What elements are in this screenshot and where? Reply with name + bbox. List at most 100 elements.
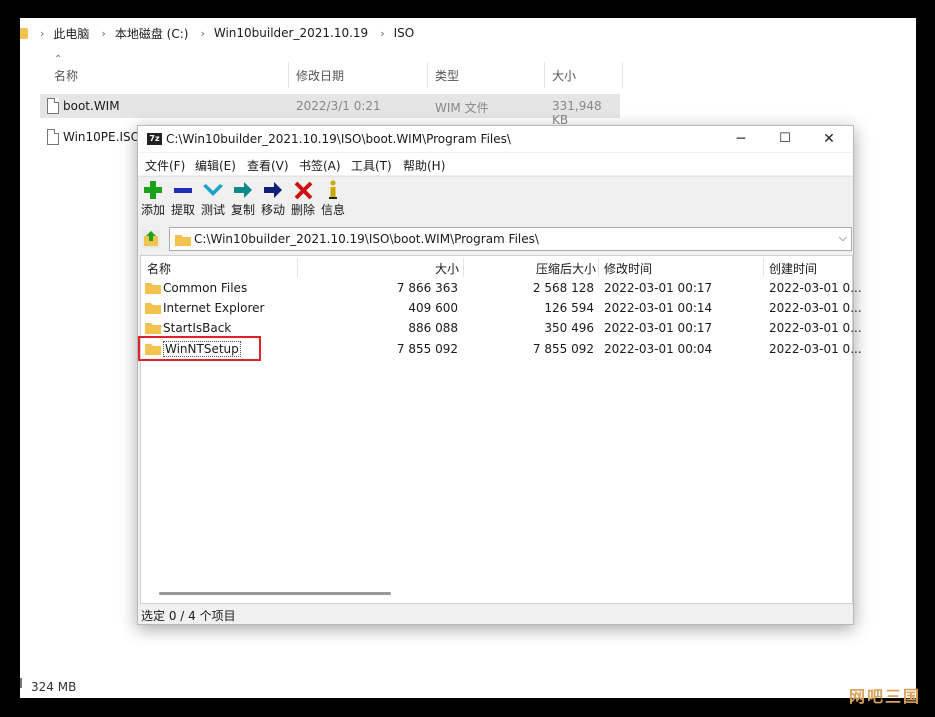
menu-tools[interactable]: 工具(T) (351, 157, 392, 174)
menu-help[interactable]: 帮助(H) (403, 157, 445, 174)
copy-button[interactable]: 复制 (228, 180, 258, 222)
list-row[interactable]: Common Files 7 866 363 2 568 128 2022-03… (141, 278, 862, 298)
maximize-button[interactable]: ☐ (763, 128, 807, 150)
watermark-logo: 网吧三国 (848, 687, 921, 706)
column-modified[interactable]: 修改日期 (296, 67, 344, 84)
file-size: 331,948 KB (552, 99, 602, 127)
test-label: 测试 (200, 203, 225, 217)
column-packed-size[interactable]: 压缩后大小 (536, 260, 596, 277)
row-packed-size: 2 568 128 (532, 281, 594, 295)
window-title: C:\Win10builder_2021.10.19\ISO\boot.WIM\… (166, 132, 511, 146)
row-size: 7 855 092 (396, 342, 458, 356)
minimize-button[interactable]: ─ (719, 128, 763, 150)
move-button[interactable]: 移动 (258, 180, 288, 222)
column-divider[interactable] (288, 62, 289, 88)
row-name: Common Files (163, 281, 248, 295)
folder-up-icon (144, 231, 158, 246)
column-divider[interactable] (427, 62, 428, 88)
sort-up-icon: ⌃ (54, 54, 63, 65)
row-name: StartIsBack (163, 321, 232, 335)
file-row-boot-wim[interactable]: boot.WIM 2022/3/1 0:21 WIM 文件 331,948 KB (40, 94, 620, 127)
row-size: 886 088 (408, 321, 458, 335)
info-label: 信息 (320, 203, 345, 217)
row-created: 2022-03-01 0... (769, 301, 862, 315)
address-bar: C:\Win10builder_2021.10.19\ISO\boot.WIM\… (138, 227, 853, 251)
column-name[interactable]: 名称 (147, 260, 171, 277)
list-row[interactable]: StartIsBack 886 088 350 496 2022-03-01 0… (141, 318, 862, 338)
close-button[interactable]: ✕ (807, 128, 851, 150)
column-type[interactable]: 类型 (435, 67, 459, 84)
folder-icon (145, 323, 161, 334)
delete-button[interactable]: 删除 (288, 180, 318, 222)
7zip-window: 7z C:\Win10builder_2021.10.19\ISO\boot.W… (137, 125, 862, 625)
menu-bookmarks[interactable]: 书签(A) (299, 157, 341, 174)
column-size[interactable]: 大小 (435, 260, 459, 277)
file-list: 名称 大小 压缩后大小 修改时间 创建时间 Common Files 7 866… (140, 255, 862, 604)
menu-view[interactable]: 查看(V) (247, 157, 289, 174)
row-packed-size: 350 496 (544, 321, 594, 335)
list-row[interactable]: Internet Explorer 409 600 126 594 2022-0… (141, 298, 862, 318)
breadcrumb-this-pc[interactable]: 此电脑 (53, 25, 89, 42)
file-modified: 2022/3/1 0:21 (296, 99, 381, 113)
row-created: 2022-03-01 0... (769, 321, 862, 335)
column-divider[interactable] (544, 62, 545, 88)
row-modified: 2022-03-01 00:17 (604, 281, 713, 295)
breadcrumb-local-disk[interactable]: 本地磁盘 (C:) (115, 25, 189, 42)
file-type: WIM 文件 (435, 101, 489, 115)
row-packed-size: 7 855 092 (532, 342, 594, 356)
horizontal-scrollbar[interactable] (159, 592, 391, 595)
row-created: 2022-03-01 0... (769, 342, 862, 356)
file-name: Win10PE.ISO (63, 130, 141, 144)
column-divider[interactable] (622, 62, 623, 88)
copy-icon (234, 182, 252, 198)
menu-edit[interactable]: 编辑(E) (195, 157, 236, 174)
folder-icon (20, 27, 28, 39)
extract-icon (174, 188, 192, 193)
chevron-right-icon: › (380, 26, 385, 40)
chevron-right-icon: › (101, 26, 106, 40)
file-name: boot.WIM (63, 99, 120, 113)
row-name: Internet Explorer (163, 301, 265, 315)
list-header: 名称 大小 压缩后大小 修改时间 创建时间 (141, 256, 852, 277)
explorer-status-size: 324 MB (31, 680, 77, 694)
test-icon (203, 184, 223, 196)
breadcrumb-iso[interactable]: ISO (394, 26, 415, 40)
column-divider[interactable] (297, 258, 298, 277)
chevron-right-icon: › (40, 26, 45, 40)
file-icon (47, 98, 59, 114)
explorer-column-header: ⌃ 名称 修改日期 类型 大小 (20, 54, 916, 88)
address-input[interactable]: C:\Win10builder_2021.10.19\ISO\boot.WIM\… (169, 227, 852, 251)
row-packed-size: 126 594 (544, 301, 594, 315)
chevron-right-icon: › (200, 26, 205, 40)
column-divider[interactable] (763, 258, 764, 277)
column-divider[interactable] (598, 258, 599, 277)
column-name[interactable]: 名称 (54, 67, 78, 84)
selection-status: 选定 0 / 4 个项目 (141, 609, 236, 623)
status-bar-divider (20, 678, 22, 688)
row-modified: 2022-03-01 00:17 (604, 321, 713, 335)
row-created: 2022-03-01 0... (769, 281, 862, 295)
title-bar[interactable]: 7z C:\Win10builder_2021.10.19\ISO\boot.W… (138, 126, 853, 152)
row-size: 409 600 (408, 301, 458, 315)
folder-icon (175, 235, 191, 246)
chevron-down-icon[interactable]: ⌵ (839, 231, 847, 245)
row-size: 7 866 363 (396, 281, 458, 295)
folder-up-button[interactable] (142, 230, 160, 248)
column-created[interactable]: 创建时间 (769, 260, 817, 277)
breadcrumb-win10builder[interactable]: Win10builder_2021.10.19 (214, 26, 368, 40)
add-icon (144, 181, 162, 199)
column-modified[interactable]: 修改时间 (604, 260, 652, 277)
delete-icon (294, 181, 313, 200)
extract-button[interactable]: 提取 (168, 180, 198, 222)
add-label: 添加 (140, 203, 165, 217)
column-divider[interactable] (463, 258, 464, 277)
column-size[interactable]: 大小 (552, 67, 576, 84)
copy-label: 复制 (230, 203, 255, 217)
add-button[interactable]: 添加 (138, 180, 168, 222)
info-button[interactable]: 信息 (318, 180, 348, 222)
menu-file[interactable]: 文件(F) (145, 157, 185, 174)
breadcrumb: › 此电脑 › 本地磁盘 (C:) › Win10builder_2021.10… (20, 18, 916, 48)
test-button[interactable]: 测试 (198, 180, 228, 222)
7zip-app-icon: 7z (147, 133, 162, 145)
move-icon (264, 182, 282, 198)
